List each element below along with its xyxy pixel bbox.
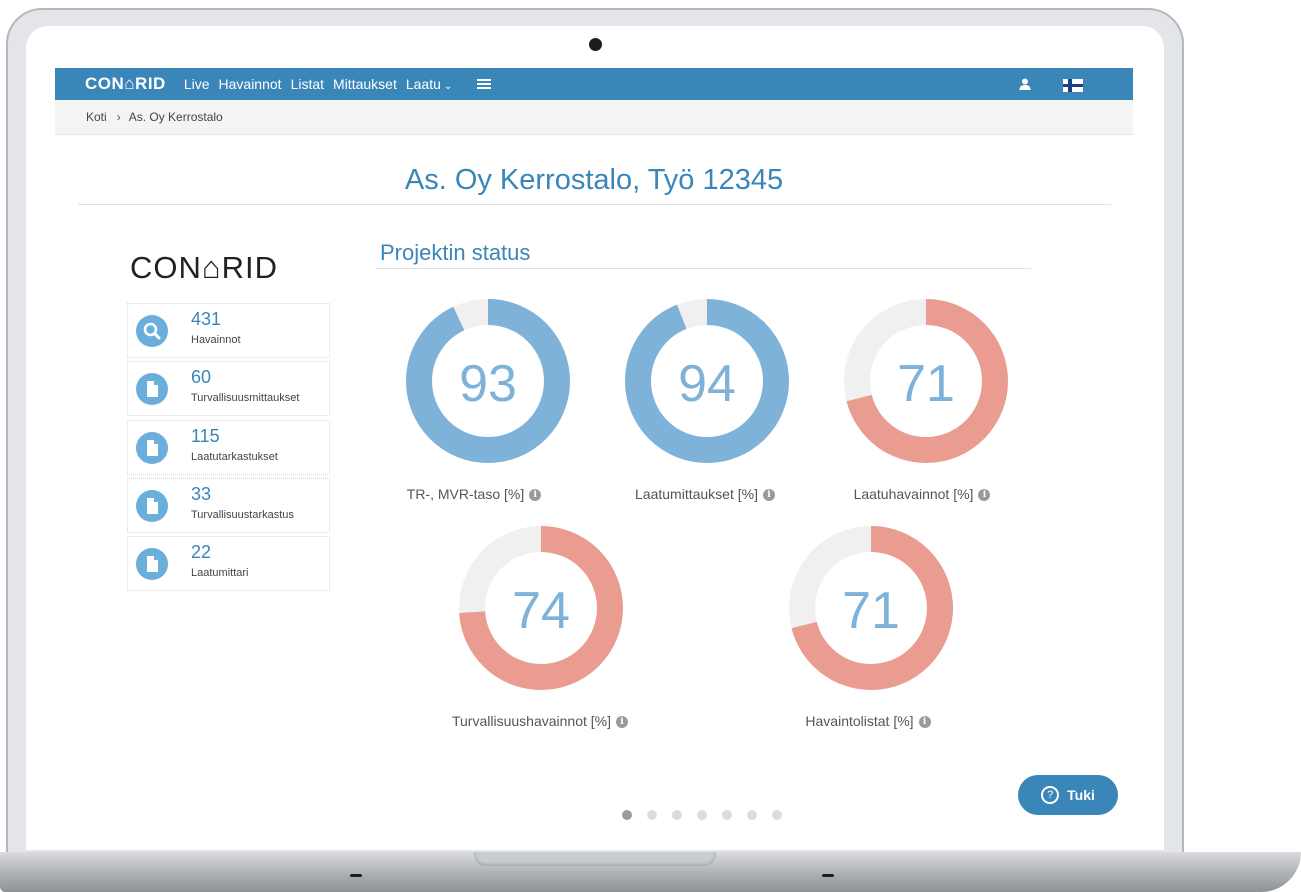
- pager-dot[interactable]: [622, 810, 632, 820]
- camera-icon: [589, 38, 602, 51]
- gauge-label-text: Laatuhavainnot [%]: [853, 486, 974, 502]
- support-button[interactable]: ? Tuki: [1018, 775, 1118, 815]
- gauge-label-text: Laatumittaukset [%]: [635, 486, 758, 502]
- gauge-label: Havaintolistat [%] i: [768, 713, 968, 729]
- gauge-label-text: Havaintolistat [%]: [805, 713, 914, 729]
- gauge-value: 94: [678, 355, 736, 413]
- laptop-foot: [822, 874, 834, 877]
- pager-dot[interactable]: [772, 810, 782, 820]
- gauge-label: Turvallisuushavainnot [%] i: [420, 713, 660, 729]
- laptop-foot: [350, 874, 362, 877]
- pager-dot[interactable]: [747, 810, 757, 820]
- question-icon: ?: [1041, 786, 1060, 804]
- gauge-label: TR-, MVR-taso [%] i: [374, 486, 574, 502]
- gauge-label: Laatumittaukset [%] i: [605, 486, 805, 502]
- gauge-value: 71: [897, 355, 955, 413]
- support-label: Tuki: [1067, 787, 1095, 803]
- info-icon[interactable]: i: [762, 489, 775, 502]
- gauge-label: Laatuhavainnot [%] i: [822, 486, 1022, 502]
- gauge-label-text: TR-, MVR-taso [%]: [406, 486, 525, 502]
- gauge-value: 71: [842, 582, 900, 640]
- gauge-label-text: Turvallisuushavainnot [%]: [451, 713, 611, 729]
- info-icon[interactable]: i: [616, 716, 628, 729]
- status-gauges: 93 94 71 74 71: [406, 299, 1008, 690]
- pager-dot[interactable]: [647, 810, 657, 820]
- gauge-value: 74: [512, 582, 570, 640]
- info-icon[interactable]: i: [978, 489, 991, 502]
- pager-dot[interactable]: [722, 810, 732, 820]
- info-icon[interactable]: i: [918, 716, 931, 729]
- carousel-pager: [622, 810, 797, 820]
- pager-dot[interactable]: [672, 810, 682, 820]
- pager-dot[interactable]: [697, 810, 707, 820]
- app-screen: CON⌂RID Live Havainnot Listat Mittaukset…: [55, 68, 1133, 824]
- gauge-value: 93: [459, 355, 517, 413]
- info-icon[interactable]: i: [529, 489, 542, 502]
- laptop-hinge-notch: [474, 852, 716, 866]
